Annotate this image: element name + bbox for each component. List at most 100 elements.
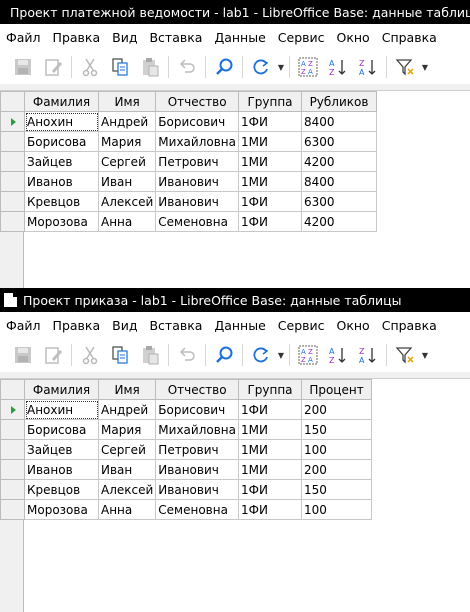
- menu-file[interactable]: Файл: [4, 30, 49, 45]
- table-cell[interactable]: 8400: [301, 111, 377, 132]
- table-cell[interactable]: 200: [301, 459, 372, 480]
- table-cell[interactable]: 4200: [301, 151, 377, 172]
- title-bar[interactable]: Проект платежной ведомости - lab1 - Libr…: [0, 0, 470, 24]
- paste-button[interactable]: [135, 342, 165, 368]
- table-cell[interactable]: Борисович: [155, 111, 239, 132]
- table-cell[interactable]: Алексей: [97, 479, 157, 500]
- refresh-button[interactable]: [246, 342, 276, 368]
- table-cell[interactable]: 1МИ: [238, 131, 302, 152]
- table-cell[interactable]: Иванов: [24, 171, 99, 192]
- menu-tools[interactable]: Сервис: [274, 318, 333, 333]
- table-cell[interactable]: Семеновна: [155, 211, 239, 232]
- corner-cell[interactable]: [0, 379, 25, 400]
- more-dropdown[interactable]: ▼: [420, 342, 430, 368]
- table-cell[interactable]: 1МИ: [238, 419, 302, 440]
- table-cell[interactable]: Иван: [97, 171, 157, 192]
- table-cell[interactable]: Сергей: [97, 439, 157, 460]
- table-cell[interactable]: 8400: [301, 171, 377, 192]
- row-header[interactable]: [0, 151, 25, 172]
- table-cell[interactable]: Сергей: [97, 151, 157, 172]
- column-header[interactable]: Рубликов: [301, 91, 377, 112]
- table-cell[interactable]: 1ФИ: [238, 211, 302, 232]
- table-cell[interactable]: 1ФИ: [238, 499, 302, 520]
- menu-view[interactable]: Вид: [108, 318, 145, 333]
- table-cell[interactable]: 1МИ: [238, 439, 302, 460]
- paste-button[interactable]: [135, 54, 165, 80]
- table-cell[interactable]: Андрей: [97, 399, 157, 420]
- find-button[interactable]: [209, 54, 239, 80]
- menu-window[interactable]: Окно: [333, 30, 378, 45]
- table-cell[interactable]: Алексей: [97, 191, 157, 212]
- table-cell[interactable]: 4200: [301, 211, 377, 232]
- table-cell[interactable]: Петрович: [155, 151, 239, 172]
- sort-ascending-button[interactable]: AZ: [323, 54, 353, 80]
- column-header[interactable]: Отчество: [155, 379, 239, 400]
- row-header[interactable]: [0, 211, 25, 232]
- table-cell[interactable]: Петрович: [155, 439, 239, 460]
- table-cell[interactable]: 1МИ: [238, 459, 302, 480]
- menu-tools[interactable]: Сервис: [274, 30, 333, 45]
- table-cell[interactable]: 1ФИ: [238, 191, 302, 212]
- table-cell[interactable]: Анна: [97, 499, 157, 520]
- autofilter-button[interactable]: [390, 54, 420, 80]
- table-cell[interactable]: Михайловна: [155, 131, 239, 152]
- row-header[interactable]: [0, 399, 25, 420]
- menu-insert[interactable]: Вставка: [145, 30, 210, 45]
- corner-cell[interactable]: [0, 91, 25, 112]
- row-header[interactable]: [0, 499, 25, 520]
- table-cell[interactable]: Морозова: [24, 499, 99, 520]
- table-cell[interactable]: Зайцев: [24, 151, 99, 172]
- row-header[interactable]: [0, 191, 25, 212]
- table-cell[interactable]: 100: [301, 499, 372, 520]
- table-cell[interactable]: 1ФИ: [238, 399, 302, 420]
- table-cell[interactable]: 150: [301, 419, 372, 440]
- column-header[interactable]: Фамилия: [24, 91, 99, 112]
- table-cell[interactable]: Борисович: [155, 399, 239, 420]
- table-cell[interactable]: Иван: [97, 459, 157, 480]
- table-cell[interactable]: Анохин: [24, 111, 99, 132]
- column-header[interactable]: Отчество: [155, 91, 239, 112]
- table-cell[interactable]: Борисова: [24, 131, 99, 152]
- table-cell[interactable]: Кревцов: [24, 191, 99, 212]
- table-cell[interactable]: Анохин: [24, 399, 99, 420]
- row-header[interactable]: [0, 419, 25, 440]
- table-cell[interactable]: 200: [301, 399, 372, 420]
- menu-view[interactable]: Вид: [108, 30, 145, 45]
- row-header[interactable]: [0, 459, 25, 480]
- column-header[interactable]: Группа: [238, 91, 302, 112]
- menu-data[interactable]: Данные: [210, 30, 273, 45]
- column-header[interactable]: Процент: [301, 379, 372, 400]
- table-cell[interactable]: Иванович: [155, 191, 239, 212]
- menu-file[interactable]: Файл: [4, 318, 49, 333]
- copy-button[interactable]: [105, 54, 135, 80]
- column-header[interactable]: Имя: [97, 379, 157, 400]
- sort-button[interactable]: AZZA: [293, 54, 323, 80]
- table-cell[interactable]: Иванов: [24, 459, 99, 480]
- sort-descending-button[interactable]: ZA: [353, 342, 383, 368]
- cut-button[interactable]: [75, 54, 105, 80]
- table-cell[interactable]: 150: [301, 479, 372, 500]
- table-cell[interactable]: 1МИ: [238, 171, 302, 192]
- edit-button[interactable]: [38, 342, 68, 368]
- table-cell[interactable]: 1МИ: [238, 151, 302, 172]
- table-cell[interactable]: Морозова: [24, 211, 99, 232]
- table-cell[interactable]: Мария: [97, 131, 157, 152]
- sort-ascending-button[interactable]: AZ: [323, 342, 353, 368]
- find-button[interactable]: [209, 342, 239, 368]
- column-header[interactable]: Группа: [238, 379, 302, 400]
- refresh-dropdown[interactable]: ▼: [276, 54, 286, 80]
- table-cell[interactable]: 1ФИ: [238, 111, 302, 132]
- title-bar[interactable]: Проект приказа - lab1 - LibreOffice Base…: [0, 288, 470, 312]
- column-header[interactable]: Имя: [97, 91, 157, 112]
- menu-window[interactable]: Окно: [333, 318, 378, 333]
- row-header[interactable]: [0, 171, 25, 192]
- table-cell[interactable]: Иванович: [155, 479, 239, 500]
- menu-insert[interactable]: Вставка: [145, 318, 210, 333]
- cut-button[interactable]: [75, 342, 105, 368]
- row-header[interactable]: [0, 131, 25, 152]
- menu-edit[interactable]: Правка: [49, 30, 109, 45]
- table-cell[interactable]: Зайцев: [24, 439, 99, 460]
- refresh-dropdown[interactable]: ▼: [276, 342, 286, 368]
- table-cell[interactable]: Борисова: [24, 419, 99, 440]
- menu-help[interactable]: Справка: [378, 318, 445, 333]
